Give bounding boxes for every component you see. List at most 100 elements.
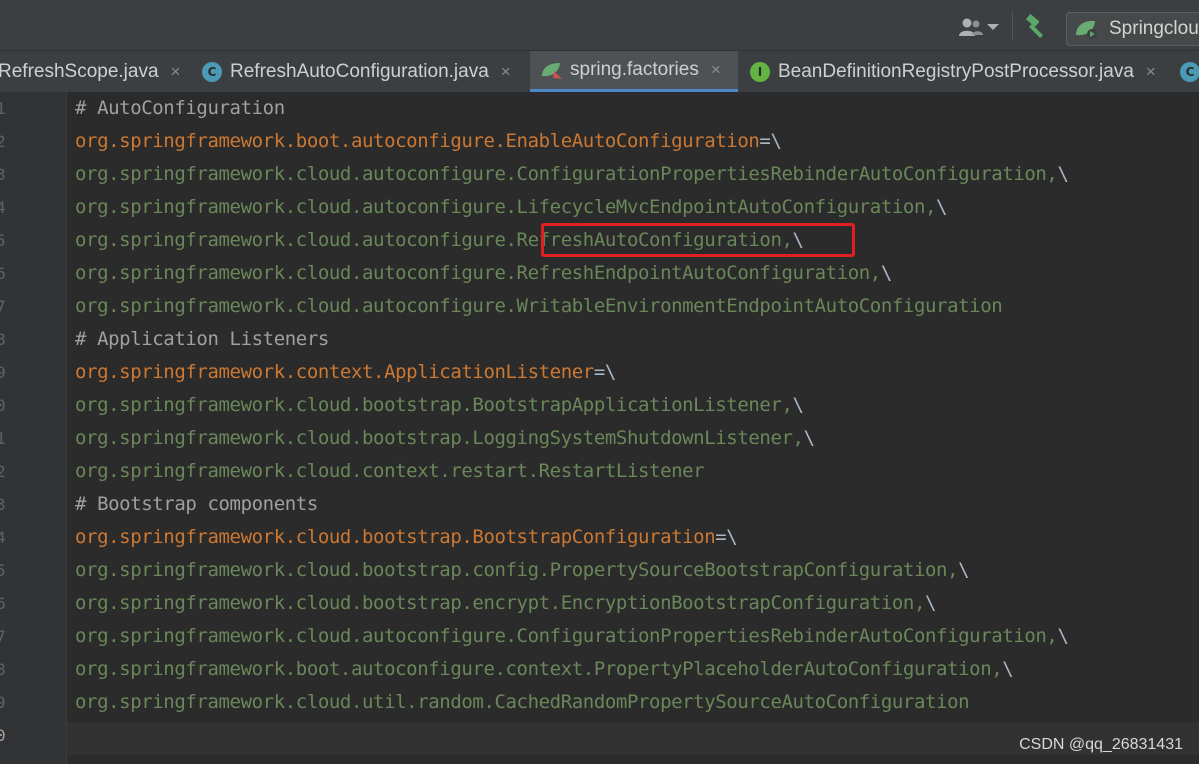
line-suffix: \ (1057, 625, 1069, 647)
line-number: 1 (0, 429, 6, 448)
main-toolbar: Springcloud (0, 0, 1199, 51)
tab-beandefinitionregistrypostprocessor[interactable]: I BeanDefinitionRegistryPostProcessor.ja… (750, 51, 1156, 92)
comment-text: # AutoConfiguration (75, 97, 285, 119)
build-button[interactable] (1024, 14, 1050, 40)
property-key: org.springframework.cloud.bootstrap.Boot… (75, 526, 716, 548)
comment-text: # Application Listeners (75, 328, 329, 350)
property-value: org.springframework.cloud.bootstrap.Logg… (75, 427, 804, 449)
line-number-current: 0 (0, 726, 6, 745)
code-line: # AutoConfiguration (75, 92, 285, 125)
line-number: 4 (0, 528, 6, 547)
code-line: org.springframework.cloud.bootstrap.conf… (75, 554, 970, 587)
code-line: org.springframework.boot.autoconfigure.c… (75, 653, 1014, 686)
property-key: org.springframework.boot.autoconfigure.E… (75, 130, 760, 152)
property-value: org.springframework.cloud.bootstrap.conf… (75, 559, 959, 581)
line-number: 8 (0, 330, 6, 349)
property-value: org.springframework.cloud.autoconfigure.… (75, 262, 881, 284)
run-configuration-label: Springcloud (1109, 18, 1199, 39)
code-line: org.springframework.boot.autoconfigure.E… (75, 125, 782, 158)
property-value: org.springframework.cloud.bootstrap.encr… (75, 592, 926, 614)
code-line: # Application Listeners (75, 323, 329, 356)
interface-icon: I (750, 61, 770, 82)
user-menu-button[interactable] (958, 16, 999, 38)
code-line: org.springframework.cloud.autoconfigure.… (75, 290, 1003, 323)
code-line: org.springframework.cloud.bootstrap.Boot… (75, 389, 804, 422)
line-number: 5 (0, 231, 6, 250)
line-suffix: \ (880, 262, 892, 284)
class-icon: C (1180, 61, 1199, 82)
property-value: org.springframework.cloud.bootstrap.Boot… (75, 394, 793, 416)
code-line: org.springframework.cloud.autoconfigure.… (75, 191, 947, 224)
code-line: org.springframework.cloud.bootstrap.Boot… (75, 521, 738, 554)
property-value: org.springframework.cloud.autoconfigure.… (75, 625, 1058, 647)
tab-label: BeanDefinitionRegistryPostProcessor.java (778, 60, 1134, 82)
code-line: org.springframework.cloud.autoconfigure.… (75, 620, 1069, 653)
close-icon[interactable]: × (711, 60, 721, 80)
line-number: 7 (0, 297, 6, 316)
property-value: org.springframework.cloud.autoconfigure.… (75, 163, 1058, 185)
line-suffix: =\ (715, 526, 738, 548)
line-number: 2 (0, 132, 6, 151)
line-number: 9 (0, 693, 6, 712)
property-value: org.springframework.boot.autoconfigure.c… (75, 658, 1003, 680)
hammer-icon (1026, 14, 1043, 38)
line-number: 2 (0, 462, 6, 481)
line-number: 3 (0, 165, 6, 184)
property-key: org.springframework.context.ApplicationL… (75, 361, 594, 383)
line-number: 4 (0, 198, 6, 217)
line-number-gutter: 1 2 3 4 5 6 7 8 9 0 1 2 3 4 5 6 7 8 9 0 (0, 92, 67, 764)
line-suffix: \ (1057, 163, 1069, 185)
line-suffix: \ (1002, 658, 1014, 680)
chevron-down-icon (987, 24, 999, 30)
code-line: org.springframework.cloud.util.random.Ca… (75, 686, 970, 719)
code-line: org.springframework.cloud.bootstrap.encr… (75, 587, 936, 620)
run-config-icon (1076, 20, 1097, 39)
property-value: org.springframework.cloud.autoconfigure.… (75, 295, 1003, 317)
watermark: CSDN @qq_26831431 (1019, 736, 1183, 753)
property-value: org.springframework.cloud.autoconfigure.… (75, 196, 937, 218)
line-suffix: =\ (759, 130, 782, 152)
code-editor[interactable]: # AutoConfiguration org.springframework.… (67, 92, 1199, 764)
line-suffix: =\ (593, 361, 616, 383)
code-line: # Bootstrap components (75, 488, 318, 521)
property-value: org.springframework.cloud.util.random.Ca… (75, 691, 970, 713)
line-number: 5 (0, 561, 6, 580)
editor-tab-bar: RefreshScope.java × C RefreshAutoConfigu… (0, 51, 1199, 93)
tab-label: spring.factories (570, 59, 699, 80)
code-line: org.springframework.cloud.autoconfigure.… (75, 158, 1069, 191)
line-number: 9 (0, 363, 6, 382)
line-suffix: \ (958, 559, 970, 581)
tab-refreshautoconfiguration[interactable]: C RefreshAutoConfiguration.java × (202, 51, 511, 92)
line-number: 6 (0, 264, 6, 283)
tab-overflow[interactable]: C (1180, 51, 1199, 92)
tab-refreshscope[interactable]: RefreshScope.java × (0, 51, 180, 92)
code-line: org.springframework.cloud.bootstrap.Logg… (75, 422, 815, 455)
line-suffix: \ (792, 394, 804, 416)
run-configuration-select[interactable]: Springcloud (1066, 12, 1199, 46)
line-number: 1 (0, 99, 6, 118)
spring-leaf-icon (542, 63, 562, 79)
close-icon[interactable]: × (1146, 62, 1156, 82)
line-suffix: \ (936, 196, 948, 218)
line-number: 7 (0, 627, 6, 646)
close-icon[interactable]: × (171, 62, 181, 82)
line-suffix: \ (803, 427, 815, 449)
property-value: org.springframework.cloud.context.restar… (75, 460, 705, 482)
comment-text: # Bootstrap components (75, 493, 318, 515)
tab-label: RefreshScope.java (0, 60, 159, 82)
tab-label: RefreshAutoConfiguration.java (230, 60, 489, 82)
user-icon (959, 18, 983, 36)
line-number: 0 (0, 396, 6, 415)
line-suffix: \ (925, 592, 937, 614)
tab-spring-factories[interactable]: spring.factories × (530, 51, 738, 92)
line-number: 8 (0, 660, 6, 679)
class-icon: C (202, 61, 222, 82)
highlight-annotation-box (541, 223, 855, 257)
code-line: org.springframework.context.ApplicationL… (75, 356, 616, 389)
close-icon[interactable]: × (501, 62, 511, 82)
toolbar-divider (1012, 12, 1013, 40)
code-line: org.springframework.cloud.context.restar… (75, 455, 705, 488)
line-number: 3 (0, 495, 6, 514)
code-line: org.springframework.cloud.autoconfigure.… (75, 257, 892, 290)
line-number: 6 (0, 594, 6, 613)
